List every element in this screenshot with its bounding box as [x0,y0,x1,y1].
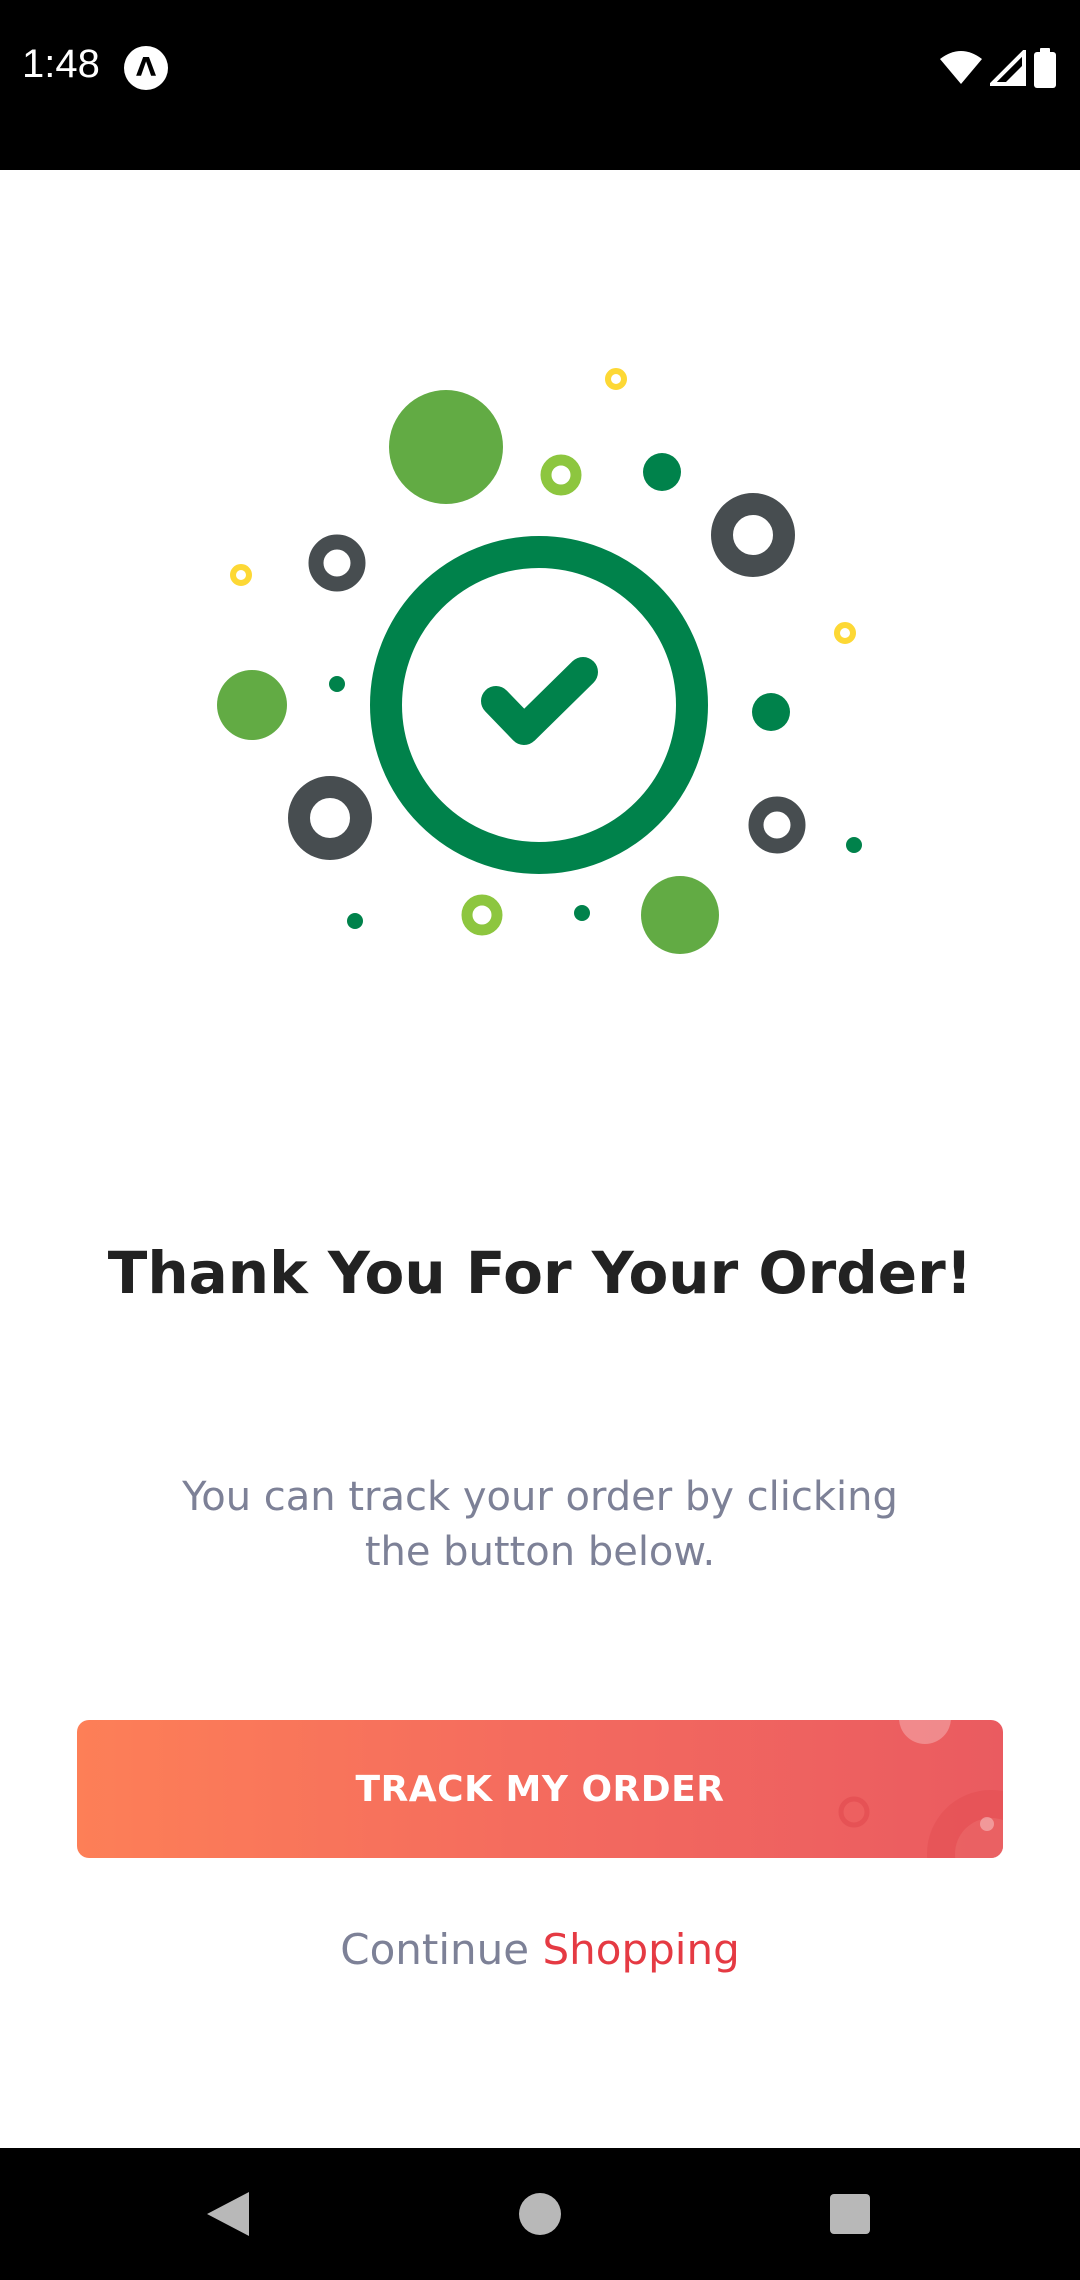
status-bar: 1:48 Λ [0,0,1080,170]
decor-dot [641,876,719,954]
decor-dot [347,913,363,929]
battery-icon [1034,48,1056,88]
recents-icon[interactable] [815,2182,885,2246]
cellular-signal-icon [990,50,1026,86]
decor-ring [230,564,252,586]
decor-dot [217,670,287,740]
decor-ring [540,454,582,496]
decor-dot [574,905,590,921]
decor-ring [834,622,856,644]
back-icon[interactable] [191,2182,261,2246]
order-success-illustration [217,368,862,954]
decor-ring [748,796,806,854]
device-frame: 1:48 Λ Thank You For Your Order! You can… [0,0,1080,2280]
decor-dot [329,676,345,692]
track-order-button[interactable]: TRACK MY ORDER [77,1720,1003,1858]
decor-ring [308,534,366,592]
decor-ring [711,493,795,577]
decor-dot [846,837,862,853]
decor-ring [288,776,372,860]
page-title: Thank You For Your Order! [107,1239,973,1307]
a-logo-icon: Λ [124,46,168,90]
track-order-button-label: TRACK MY ORDER [355,1768,725,1810]
navigation-bar [0,2148,1080,2280]
continue-shopping-link[interactable]: Shopping [542,1925,739,1974]
decor-ring [461,894,503,936]
decor-dot [643,453,681,491]
checkmark-circle-icon [370,536,708,874]
decor-dot [752,693,790,731]
decor-dot [389,390,503,504]
status-time: 1:48 [22,42,100,86]
system-icons [940,46,1056,90]
decor-ring [605,368,627,390]
continue-shopping: Continue Shopping [0,1925,1080,1974]
home-icon[interactable] [505,2182,575,2246]
wifi-icon [940,51,982,84]
order-confirmation-screen: Thank You For Your Order! You can track … [0,170,1080,2148]
page-subtitle: You can track your order by clicking the… [182,1474,898,1575]
continue-prefix: Continue [340,1925,530,1974]
